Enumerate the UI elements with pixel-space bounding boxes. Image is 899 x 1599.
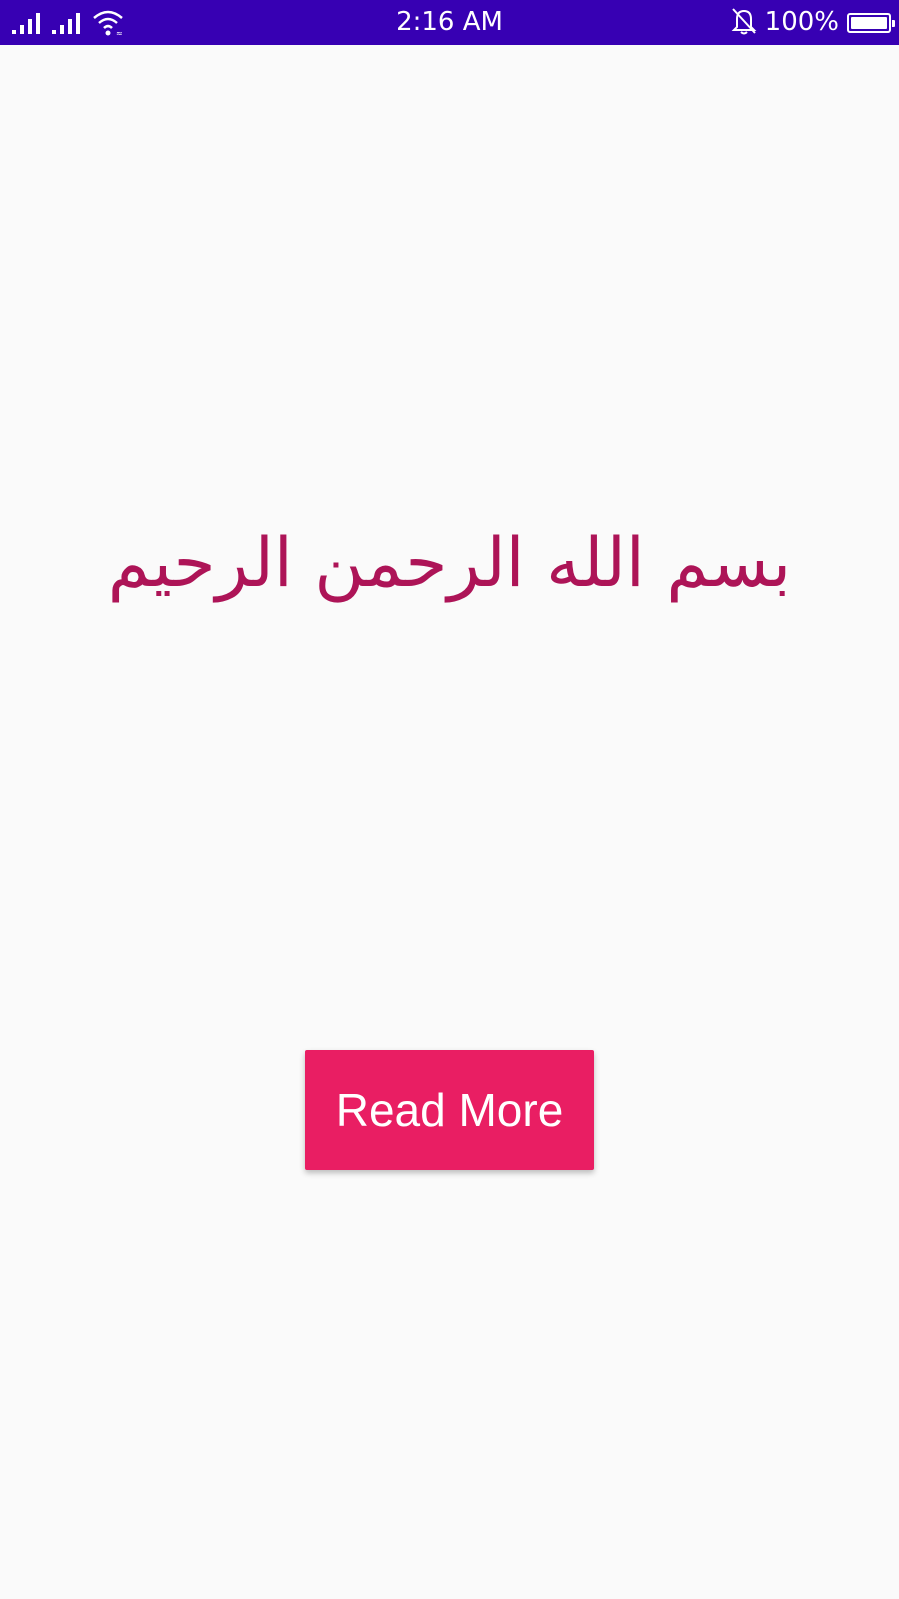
bismillah-text: بسم الله الرحمن الرحيم — [107, 524, 792, 603]
status-bar: ≈ 2:16 AM 100% — [0, 0, 899, 45]
read-more-button[interactable]: Read More — [305, 1050, 594, 1170]
battery-percent: 100% — [764, 7, 839, 37]
bell-off-icon — [731, 7, 757, 39]
battery-fill — [851, 16, 887, 29]
battery-tip — [892, 19, 895, 27]
status-right-icons: 100% — [731, 0, 895, 45]
battery-icon — [847, 12, 895, 33]
